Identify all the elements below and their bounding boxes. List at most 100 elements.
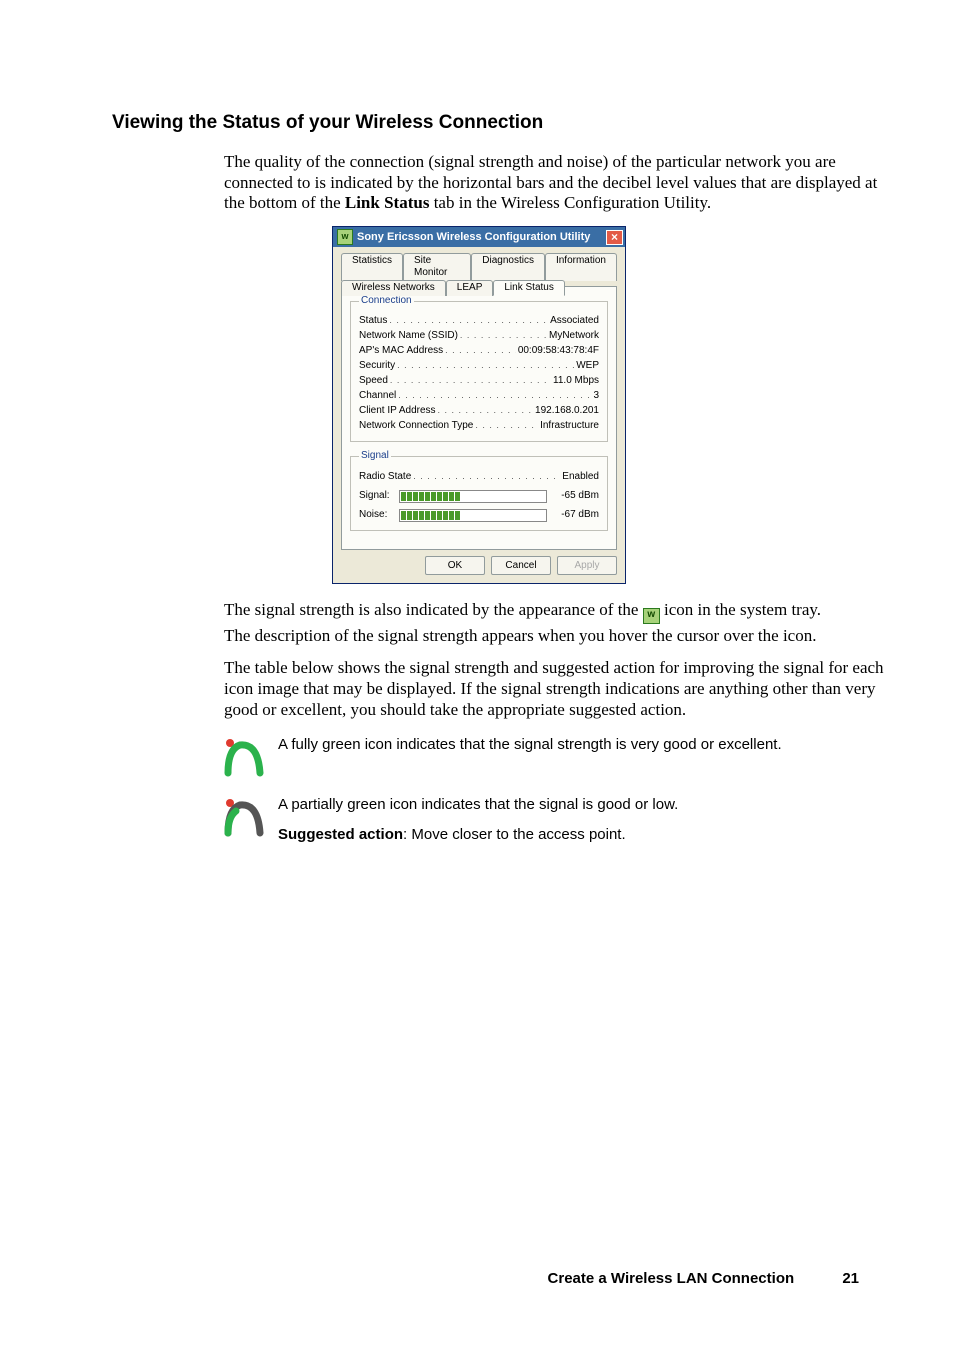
window-titlebar: w Sony Ericsson Wireless Configuration U… — [333, 227, 625, 247]
tab-information[interactable]: Information — [545, 253, 617, 280]
bar-segment — [401, 492, 406, 501]
signal-bar — [399, 490, 547, 503]
signal-icon-text: A fully green icon indicates that the si… — [278, 735, 889, 755]
signal-group: Signal Radio State Enabled Signal: -65 d… — [350, 450, 608, 530]
tab-wireless-networks[interactable]: Wireless Networks — [341, 280, 446, 296]
bar-segment — [455, 492, 460, 501]
signal-icon-item: A partially green icon indicates that th… — [224, 795, 889, 846]
dots — [438, 403, 534, 418]
connection-row: Network Name (SSID) MyNetwork — [359, 328, 599, 343]
bar-segment — [437, 511, 442, 520]
signal-icon-description: A fully green icon indicates that the si… — [278, 735, 889, 755]
signal-full-icon — [224, 737, 264, 777]
bar-segment — [437, 492, 442, 501]
connection-row: Client IP Address192.168.0.201 — [359, 403, 599, 418]
footer-page-number: 21 — [842, 1270, 859, 1287]
tab-statistics[interactable]: Statistics — [341, 253, 403, 280]
connection-key: Client IP Address — [359, 403, 436, 418]
tab-diagnostics[interactable]: Diagnostics — [471, 253, 545, 280]
dots — [397, 358, 574, 373]
connection-value: Infrastructure — [540, 418, 599, 433]
page-footer: Create a Wireless LAN Connection 21 — [548, 1270, 859, 1287]
suggested-action: Suggested action: Move closer to the acc… — [278, 825, 889, 845]
close-icon[interactable]: × — [606, 230, 623, 245]
section-heading: Viewing the Status of your Wireless Conn… — [112, 112, 889, 134]
bar-segment — [443, 492, 448, 501]
connection-value: Associated — [550, 313, 599, 328]
bar-segment — [413, 492, 418, 501]
bar-segment — [540, 492, 545, 501]
bar-segment — [419, 492, 424, 501]
signal-value: -65 dBm — [547, 490, 599, 502]
tabstrip: Statistics Site Monitor Diagnostics Info… — [341, 253, 617, 287]
bar-segment — [474, 492, 479, 501]
tab-site-monitor[interactable]: Site Monitor — [403, 253, 471, 280]
bar-segment — [480, 492, 485, 501]
bar-segment — [431, 511, 436, 520]
signal-label: Signal: — [359, 490, 399, 502]
window-title: Sony Ericsson Wireless Configuration Uti… — [357, 231, 606, 244]
bar-segment — [419, 511, 424, 520]
dialog-button-row: OK Cancel Apply — [341, 556, 617, 575]
app-w-icon: w — [337, 229, 353, 245]
radio-state-value: Enabled — [562, 469, 599, 484]
bar-segment — [480, 511, 485, 520]
dots — [475, 418, 538, 433]
bar-segment — [504, 511, 509, 520]
connection-row: Speed 11.0 Mbps — [359, 373, 599, 388]
dialog-screenshot: w Sony Ericsson Wireless Configuration U… — [332, 226, 889, 583]
connection-value: 11.0 Mbps — [553, 373, 599, 388]
dots — [398, 388, 591, 403]
bar-segment — [431, 492, 436, 501]
signal-partial-icon — [224, 797, 264, 837]
bar-segment — [401, 511, 406, 520]
signal-icon-description: A partially green icon indicates that th… — [278, 795, 889, 846]
connection-row: Status Associated — [359, 313, 599, 328]
connection-key: Network Connection Type — [359, 418, 473, 433]
bar-segment — [455, 511, 460, 520]
bar-segment — [540, 511, 545, 520]
bar-segment — [534, 511, 539, 520]
connection-row: Network Connection Type Infrastructure — [359, 418, 599, 433]
bar-segment — [510, 492, 515, 501]
connection-value: MyNetwork — [549, 328, 599, 343]
bar-segment — [492, 492, 497, 501]
connection-key: AP's MAC Address — [359, 343, 443, 358]
signal-icon-list: A fully green icon indicates that the si… — [224, 735, 889, 846]
noise-row: Noise: -67 dBm — [359, 509, 599, 522]
bar-segment — [449, 492, 454, 501]
bar-segment — [413, 511, 418, 520]
bar-segment — [534, 492, 539, 501]
intro-paragraph-1: The quality of the connection (signal st… — [224, 152, 889, 214]
tray-w-icon: w — [643, 608, 660, 624]
tab-link-status[interactable]: Link Status — [493, 280, 564, 296]
connection-key: Network Name (SSID) — [359, 328, 458, 343]
bar-segment — [498, 492, 503, 501]
signal-icon-text: A partially green icon indicates that th… — [278, 795, 889, 815]
bar-segment — [522, 511, 527, 520]
bar-segment — [443, 511, 448, 520]
connection-group: Connection StatusAssociatedNetwork Name … — [350, 295, 608, 442]
link-status-pane: Connection StatusAssociatedNetwork Name … — [341, 286, 617, 549]
bar-segment — [425, 511, 430, 520]
connection-key: Status — [359, 313, 387, 328]
intro-1c: tab in the Wireless Configuration Utilit… — [429, 193, 711, 212]
bar-segment — [461, 511, 466, 520]
ok-button[interactable]: OK — [425, 556, 485, 575]
connection-value: WEP — [576, 358, 599, 373]
noise-value: -67 dBm — [547, 509, 599, 521]
noise-label: Noise: — [359, 509, 399, 521]
connection-value: 00:09:58:43:78:4F — [518, 343, 599, 358]
tray-icon-paragraph: The signal strength is also indicated by… — [224, 600, 889, 624]
bar-segment — [510, 511, 515, 520]
bar-segment — [528, 511, 533, 520]
signal-row: Signal: -65 dBm — [359, 490, 599, 503]
connection-key: Speed — [359, 373, 388, 388]
tab-leap[interactable]: LEAP — [446, 280, 494, 296]
apply-button: Apply — [557, 556, 617, 575]
connection-row: SecurityWEP — [359, 358, 599, 373]
bar-segment — [504, 492, 509, 501]
cancel-button[interactable]: Cancel — [491, 556, 551, 575]
bar-segment — [449, 511, 454, 520]
signal-legend: Signal — [359, 450, 391, 462]
